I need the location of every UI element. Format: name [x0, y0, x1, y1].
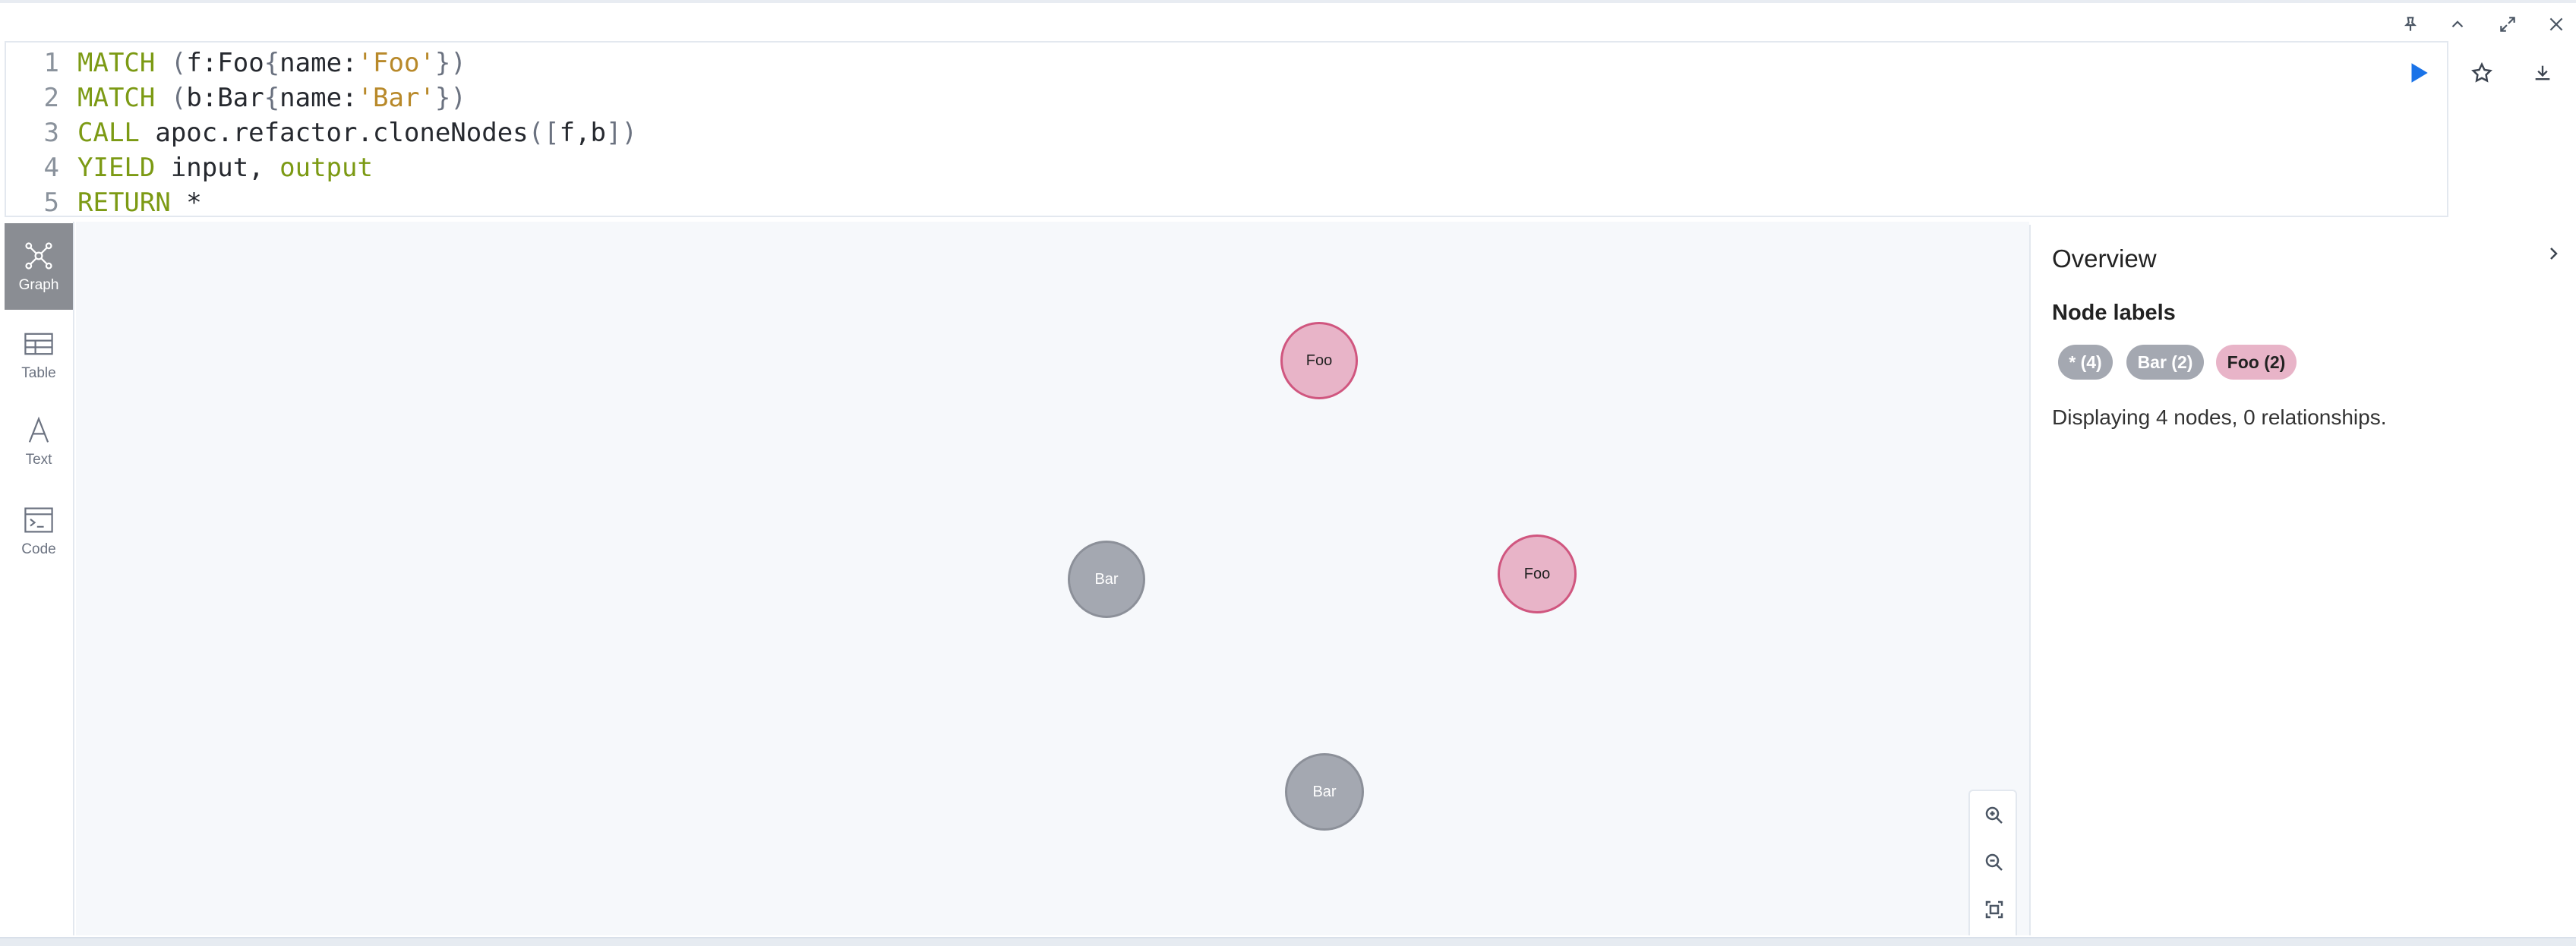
- tab-text-label: Text: [25, 452, 52, 468]
- node-label: Foo: [1305, 352, 1333, 369]
- code-token: CALL: [77, 118, 140, 148]
- graph-node[interactable]: Foo: [1280, 322, 1358, 399]
- frame-top-border: [0, 0, 2576, 3]
- result-view-tabs: Graph Table Text Code: [0, 222, 74, 935]
- line-number: 5: [43, 188, 59, 218]
- code-token: 'Foo': [357, 48, 435, 78]
- graph-node[interactable]: Bar: [1285, 753, 1364, 831]
- collapse-up-icon[interactable]: [2442, 11, 2473, 38]
- code-token: (: [170, 48, 187, 78]
- code-token: RETURN: [77, 188, 171, 218]
- node-label: Bar: [1312, 783, 1337, 800]
- expand-icon[interactable]: [2492, 11, 2523, 38]
- code-text: MATCH (b:Bar{name:'Bar'}): [77, 80, 466, 115]
- overview-summary: Displaying 4 nodes, 0 relationships.: [2052, 405, 2387, 429]
- code-line: 5 RETURN *: [6, 185, 202, 220]
- code-line: 3 CALL apoc.refactor.cloneNodes([f,b]): [6, 115, 637, 150]
- run-icon[interactable]: [2401, 52, 2435, 94]
- overview-title: Overview: [2052, 244, 2157, 273]
- query-editor[interactable]: 1 MATCH (f:Foo{name:'Foo'}) 2 MATCH (b:Bar{…: [5, 41, 2448, 220]
- download-icon[interactable]: [2526, 52, 2559, 94]
- code-text: YIELD input, output: [77, 150, 373, 185]
- code-token: {: [264, 83, 280, 113]
- chevron-right-icon[interactable]: [2538, 238, 2568, 269]
- code-token: YIELD: [77, 153, 156, 183]
- fit-to-screen-icon[interactable]: [1978, 893, 2011, 926]
- code-text: RETURN *: [77, 185, 202, 220]
- code-token: }): [434, 83, 466, 113]
- code-token: name:: [279, 83, 358, 113]
- result-frame: 1 MATCH (f:Foo{name:'Foo'}) 2 MATCH (b:Bar{…: [0, 0, 2576, 946]
- graph-node[interactable]: Foo: [1498, 534, 1577, 613]
- line-number: 1: [43, 48, 59, 78]
- overview-panel: Overview Node labels * (4) Bar (2) Foo (…: [2029, 225, 2576, 935]
- pin-icon[interactable]: [2395, 11, 2426, 38]
- code-token: name:: [279, 48, 358, 78]
- code-token: f:Foo: [186, 48, 264, 78]
- label-pill-bar[interactable]: Bar (2): [2126, 345, 2204, 380]
- node-labels-heading: Node labels: [2052, 301, 2176, 325]
- node-label: Foo: [1523, 565, 1551, 582]
- zoom-controls: [1968, 790, 2017, 935]
- code-line: 1 MATCH (f:Foo{name:'Foo'}): [6, 46, 466, 80]
- node-label: Bar: [1094, 570, 1119, 588]
- code-token: f,b: [559, 118, 607, 148]
- line-number: 3: [43, 118, 59, 148]
- tab-graph-label: Graph: [18, 277, 59, 293]
- code-token: *: [170, 188, 202, 218]
- line-number: 2: [43, 83, 59, 113]
- zoom-out-icon[interactable]: [1978, 846, 2011, 879]
- code-token: output: [279, 153, 373, 183]
- tab-table[interactable]: Table: [5, 311, 73, 398]
- tab-text[interactable]: Text: [5, 398, 73, 484]
- code-token: ([: [528, 118, 560, 148]
- code-token: ]): [606, 118, 637, 148]
- code-token: (: [170, 83, 187, 113]
- zoom-in-icon[interactable]: [1978, 799, 2011, 832]
- code-line: 2 MATCH (b:Bar{name:'Bar'}): [6, 80, 466, 115]
- code-line: 4 YIELD input, output: [6, 150, 373, 185]
- label-pill-foo[interactable]: Foo (2): [2216, 345, 2297, 380]
- code-token: input,: [155, 153, 280, 183]
- close-icon[interactable]: [2541, 11, 2571, 38]
- code-token: MATCH: [77, 83, 156, 113]
- graph-node[interactable]: Bar: [1068, 541, 1145, 618]
- tab-code[interactable]: Code: [5, 487, 73, 574]
- tab-table-label: Table: [21, 365, 56, 381]
- code-text: CALL apoc.refactor.cloneNodes([f,b]): [77, 115, 637, 150]
- graph-canvas[interactable]: Foo Bar Foo Bar: [76, 222, 2029, 935]
- code-token: b:Bar: [186, 83, 264, 113]
- code-token: apoc.refactor.cloneNodes: [139, 118, 529, 148]
- code-text: MATCH (f:Foo{name:'Foo'}): [77, 46, 466, 80]
- tab-graph[interactable]: Graph: [5, 223, 73, 310]
- code-token: }): [434, 48, 466, 78]
- frame-bottom-border: [0, 937, 2576, 946]
- star-icon[interactable]: [2465, 52, 2499, 94]
- line-number: 4: [43, 153, 59, 183]
- code-token: {: [264, 48, 280, 78]
- code-token: 'Bar': [357, 83, 435, 113]
- code-token: MATCH: [77, 48, 156, 78]
- label-pill-all[interactable]: * (4): [2058, 345, 2113, 380]
- tab-code-label: Code: [21, 541, 56, 557]
